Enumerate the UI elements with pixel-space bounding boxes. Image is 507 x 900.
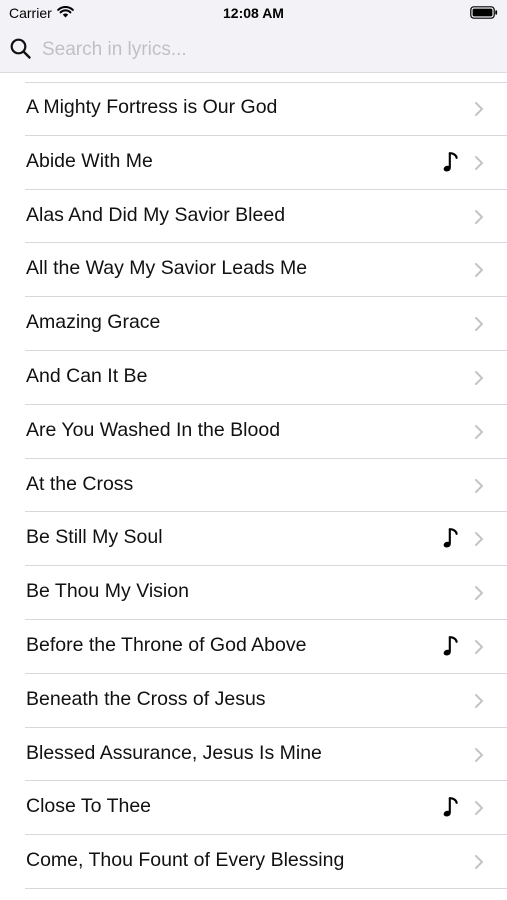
- chevron-right-icon: [474, 854, 484, 875]
- hymn-title: Alas And Did My Savior Bleed: [26, 203, 286, 226]
- hymn-title: Beneath the Cross of Jesus: [26, 687, 266, 710]
- music-note-icon: [443, 797, 459, 824]
- hymn-row[interactable]: A Mighty Fortress is Our God: [25, 82, 507, 136]
- hymn-row[interactable]: Beneath the Cross of Jesus: [25, 674, 507, 728]
- chevron-right-icon: [474, 585, 484, 606]
- chevron-right-icon: [474, 370, 484, 391]
- hymn-row[interactable]: Alas And Did My Savior Bleed: [25, 190, 507, 244]
- hymn-row[interactable]: All the Way My Savior Leads Me: [25, 243, 507, 298]
- search-icon: [10, 38, 32, 65]
- status-bar: Carrier 12:08 AM: [0, 0, 507, 26]
- search-bar: [0, 26, 507, 73]
- music-note-icon: [443, 528, 459, 555]
- hymn-list: A Mighty Fortress is Our God Abide With …: [0, 73, 507, 900]
- battery-icon: [470, 6, 498, 24]
- chevron-right-icon: [474, 209, 484, 230]
- hymn-title: Abide With Me: [26, 149, 153, 172]
- hymn-title: Are You Washed In the Blood: [26, 418, 281, 441]
- music-note-icon: [443, 636, 459, 663]
- hymn-row[interactable]: Abide With Me: [25, 136, 507, 190]
- hymn-row[interactable]: And Can It Be: [25, 351, 507, 405]
- hymn-title: Be Still My Soul: [26, 526, 163, 549]
- chevron-right-icon: [474, 155, 484, 176]
- chevron-right-icon: [474, 747, 484, 768]
- hymn-title: Be Thou My Vision: [26, 580, 189, 603]
- hymn-row[interactable]: Come, Thou Fount of Every Blessing: [25, 835, 507, 889]
- chevron-right-icon: [474, 316, 484, 337]
- hymn-title: All the Way My Savior Leads Me: [26, 257, 308, 280]
- chevron-right-icon: [474, 101, 484, 122]
- hymn-title: Come, Thou Fount of Every Blessing: [26, 849, 345, 872]
- hymn-title: Before the Throne of God Above: [26, 633, 307, 656]
- hymn-title: Close To Thee: [26, 795, 152, 818]
- hymn-rows: A Mighty Fortress is Our God Abide With …: [0, 82, 507, 889]
- chevron-right-icon: [474, 478, 484, 499]
- hymn-row[interactable]: Be Still My Soul: [25, 512, 507, 567]
- hymn-row[interactable]: At the Cross: [25, 459, 507, 513]
- search-input[interactable]: [40, 34, 484, 66]
- status-time: 12:08 AM: [223, 5, 284, 21]
- hymn-title: And Can It Be: [26, 364, 148, 387]
- hymn-title: Amazing Grace: [26, 311, 161, 334]
- hymn-title: A Mighty Fortress is Our God: [26, 96, 278, 118]
- hymn-row[interactable]: Close To Thee: [25, 781, 507, 836]
- music-note-icon: [443, 151, 459, 179]
- hymn-title: Blessed Assurance, Jesus Is Mine: [26, 741, 322, 764]
- hymn-row[interactable]: Be Thou My Vision: [25, 566, 507, 620]
- chevron-right-icon: [474, 800, 484, 821]
- chevron-right-icon: [474, 639, 484, 660]
- chevron-right-icon: [474, 531, 484, 552]
- chevron-right-icon: [474, 262, 484, 283]
- chevron-right-icon: [474, 693, 484, 714]
- chevron-right-icon: [474, 424, 484, 445]
- hymn-row[interactable]: Amazing Grace: [25, 297, 507, 351]
- hymn-row[interactable]: Before the Throne of God Above: [25, 620, 507, 674]
- hymn-title: At the Cross: [26, 472, 134, 495]
- hymn-row[interactable]: Are You Washed In the Blood: [25, 405, 507, 459]
- hymn-row[interactable]: Blessed Assurance, Jesus Is Mine: [25, 728, 507, 782]
